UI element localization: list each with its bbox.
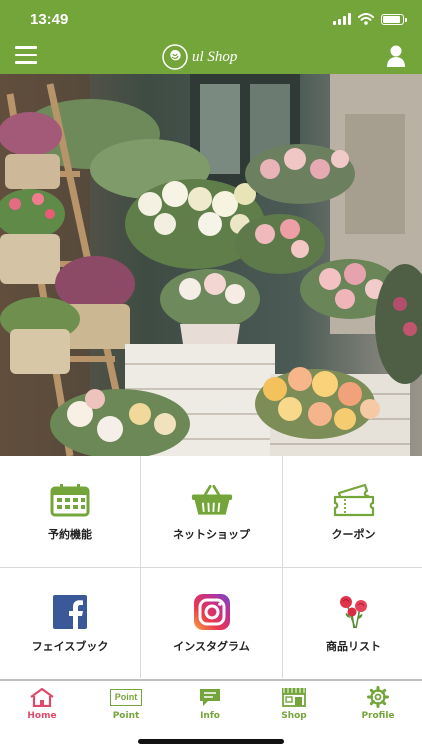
home-icon: [29, 686, 55, 708]
tab-label: Home: [27, 711, 57, 721]
battery-icon: [381, 13, 407, 25]
home-indicator[interactable]: [138, 739, 284, 744]
tab-shop[interactable]: Shop: [252, 686, 336, 721]
tile-facebook[interactable]: フェイスブック: [0, 568, 140, 679]
instagram-icon: [191, 594, 233, 630]
tab-label: Profile: [361, 711, 395, 721]
tab-label: Shop: [281, 711, 307, 721]
tile-label: 予約機能: [48, 528, 92, 541]
tab-label: Point: [112, 711, 140, 721]
tile-label: ネットショップ: [173, 528, 250, 541]
tile-net-shop[interactable]: ネットショップ: [141, 456, 282, 567]
point-icon-text: Point: [109, 688, 143, 706]
coupon-icon: [333, 482, 375, 518]
calendar-icon: [49, 482, 91, 518]
chat-icon: [198, 686, 222, 708]
signal-icon: [333, 13, 351, 25]
tab-info[interactable]: Info: [168, 686, 252, 721]
shop-logo: ul Shop: [162, 40, 262, 74]
tab-point[interactable]: Point Point: [84, 686, 168, 721]
tile-label: 商品リスト: [326, 640, 381, 653]
tab-profile[interactable]: Profile: [336, 686, 420, 721]
status-icons: [333, 13, 407, 25]
menu-grid: 予約機能 ネットショップ クーポン フェイスブック インスタグラム 商品リスト: [0, 456, 422, 679]
basket-icon: [191, 482, 233, 518]
hero-flower-image: [0, 74, 422, 456]
tile-label: フェイスブック: [31, 640, 109, 653]
tile-label: クーポン: [331, 528, 376, 541]
gear-icon: [367, 686, 389, 708]
wifi-icon: [358, 13, 374, 25]
tab-label: Info: [200, 711, 220, 721]
point-box-icon: Point: [109, 686, 143, 708]
rose-logo-icon: [162, 44, 188, 70]
shop-icon: [280, 686, 308, 708]
tile-coupon[interactable]: クーポン: [283, 456, 422, 567]
tile-instagram[interactable]: インスタグラム: [141, 568, 282, 679]
tile-reservation[interactable]: 予約機能: [0, 456, 140, 567]
logo-text: ul Shop: [192, 48, 238, 65]
tab-home[interactable]: Home: [0, 686, 84, 721]
hamburger-menu-icon[interactable]: [15, 46, 37, 64]
user-icon[interactable]: [386, 44, 406, 68]
facebook-icon: [49, 594, 91, 630]
roses-icon: [333, 594, 375, 630]
status-time: 13:49: [30, 11, 69, 28]
tile-label: インスタグラム: [173, 640, 250, 653]
status-bar: 13:49: [0, 0, 422, 40]
tile-product-list[interactable]: 商品リスト: [283, 568, 422, 679]
flower-shop-illustration: [0, 74, 422, 456]
app-header: ul Shop: [0, 40, 422, 74]
